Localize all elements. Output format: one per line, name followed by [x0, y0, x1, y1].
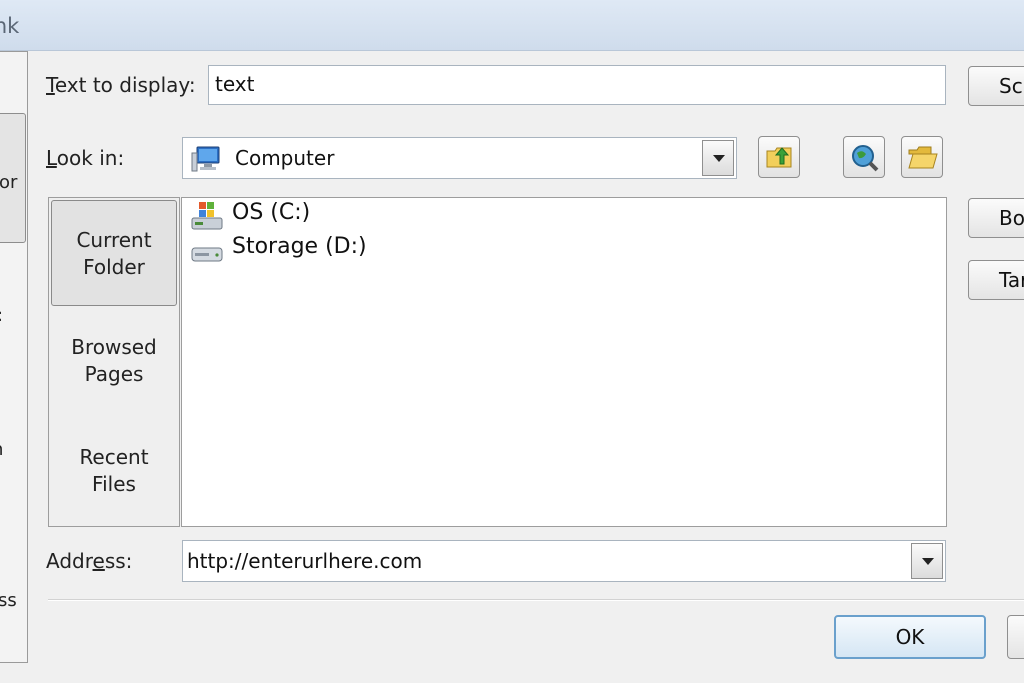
address-label: Address:: [46, 549, 133, 573]
file-list[interactable]: OS (C:) Storage (D:): [181, 197, 947, 527]
chevron-down-icon[interactable]: [702, 140, 734, 176]
place-label: Folder: [83, 255, 145, 279]
place-label: Files: [92, 472, 136, 496]
computer-icon: [191, 145, 223, 177]
places-bar: Current Folder Browsed Pages Recent File…: [48, 197, 180, 527]
look-in-label: Look in:: [46, 146, 125, 170]
address-value: http://enterurlhere.com: [187, 549, 423, 573]
text-to-display-label: Text to display:: [46, 73, 196, 97]
look-in-select[interactable]: Computer: [182, 137, 737, 179]
window-title: ink: [0, 14, 20, 38]
file-label: OS (C:): [232, 200, 311, 225]
address-input[interactable]: http://enterurlhere.com: [182, 540, 946, 582]
browse-web-button[interactable]: [843, 136, 885, 178]
globe-search-icon: [850, 143, 880, 177]
browse-file-button[interactable]: [901, 136, 943, 178]
text-to-display-input[interactable]: text: [208, 65, 946, 105]
link-to-item-label: or: [0, 172, 18, 193]
up-folder-icon: [765, 143, 795, 175]
divider: [48, 599, 1024, 601]
place-browsed-pages[interactable]: Browsed Pages: [51, 334, 177, 388]
windows-drive-icon: [190, 200, 224, 236]
place-label: Recent: [79, 445, 149, 469]
ok-button[interactable]: OK: [834, 615, 986, 659]
place-label: Current: [76, 228, 152, 252]
place-recent-files[interactable]: Recent Files: [51, 444, 177, 498]
chevron-down-icon[interactable]: [911, 543, 943, 579]
title-bar: ink: [0, 0, 1024, 51]
link-to-item-label: ss: [0, 590, 17, 611]
up-folder-button[interactable]: [758, 136, 800, 178]
file-label: Storage (D:): [232, 234, 367, 259]
insert-hyperlink-dialog: or : n ss Text to display: text Sc Look …: [0, 51, 1024, 683]
link-to-item-label: n: [0, 439, 3, 460]
hard-drive-icon: [190, 238, 224, 270]
look-in-value: Computer: [235, 146, 335, 170]
bookmark-button[interactable]: Bo: [968, 198, 1024, 238]
screentip-button[interactable]: Sc: [968, 66, 1024, 106]
place-current-folder[interactable]: Current Folder: [51, 200, 177, 306]
place-label: Pages: [84, 362, 144, 386]
open-folder-icon: [907, 144, 939, 176]
cancel-button[interactable]: [1007, 615, 1024, 659]
target-frame-button[interactable]: Targ: [968, 260, 1024, 300]
link-to-item-label: :: [0, 305, 3, 326]
place-label: Browsed: [71, 335, 157, 359]
